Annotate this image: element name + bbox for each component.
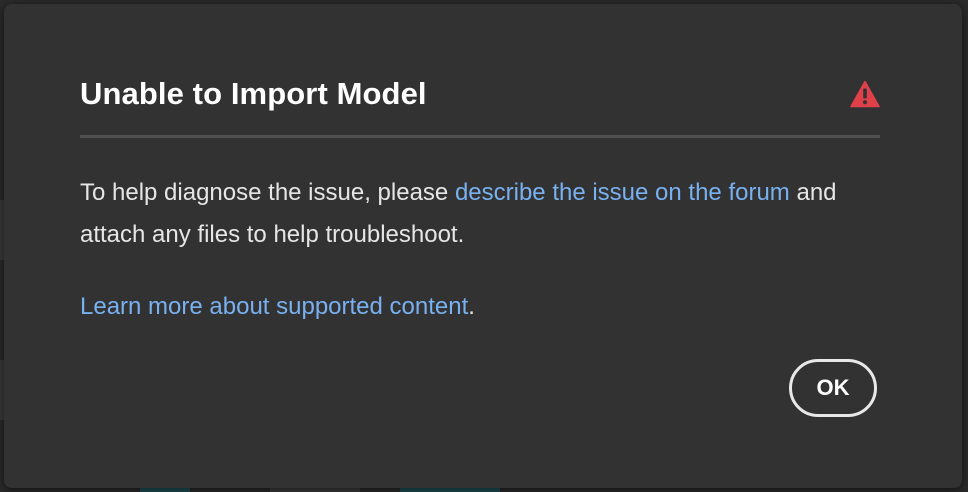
warning-triangle-icon xyxy=(850,80,880,108)
dialog-header: Unable to Import Model xyxy=(80,74,880,114)
dialog-title: Unable to Import Model xyxy=(80,76,427,111)
message-text-before-link: To help diagnose the issue, please xyxy=(80,179,455,206)
ok-button[interactable]: OK xyxy=(789,359,877,417)
forum-link[interactable]: describe the issue on the forum xyxy=(455,179,790,206)
learn-more-link[interactable]: Learn more about supported content xyxy=(80,293,468,320)
header-divider xyxy=(80,135,880,138)
learn-more-line: Learn more about supported content. xyxy=(80,286,475,328)
learn-more-period: . xyxy=(468,293,475,320)
dialog-message: To help diagnose the issue, please descr… xyxy=(80,172,900,256)
